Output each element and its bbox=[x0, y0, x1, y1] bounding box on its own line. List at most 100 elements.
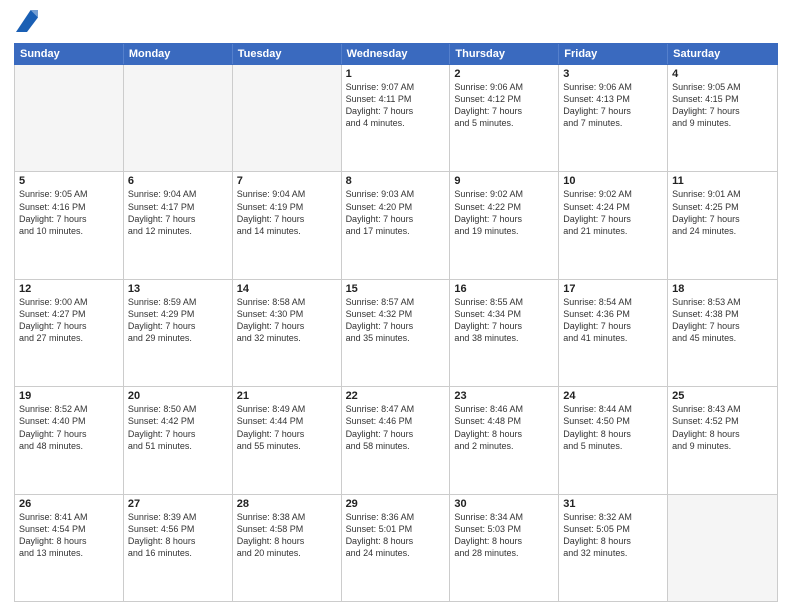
day-number: 31 bbox=[563, 498, 663, 510]
cell-info: Sunrise: 9:01 AM Sunset: 4:25 PM Dayligh… bbox=[672, 188, 773, 237]
cell-info: Sunrise: 8:47 AM Sunset: 4:46 PM Dayligh… bbox=[346, 403, 446, 452]
day-number: 5 bbox=[19, 175, 119, 187]
cell-info: Sunrise: 9:06 AM Sunset: 4:13 PM Dayligh… bbox=[563, 81, 663, 130]
logo bbox=[14, 10, 38, 37]
day-number: 17 bbox=[563, 283, 663, 295]
cal-week-4: 19Sunrise: 8:52 AM Sunset: 4:40 PM Dayli… bbox=[15, 387, 777, 494]
cell-info: Sunrise: 8:34 AM Sunset: 5:03 PM Dayligh… bbox=[454, 511, 554, 560]
cal-cell-3: 3Sunrise: 9:06 AM Sunset: 4:13 PM Daylig… bbox=[559, 65, 668, 171]
cal-cell-30: 30Sunrise: 8:34 AM Sunset: 5:03 PM Dayli… bbox=[450, 495, 559, 601]
cal-cell-29: 29Sunrise: 8:36 AM Sunset: 5:01 PM Dayli… bbox=[342, 495, 451, 601]
calendar-header-row: SundayMondayTuesdayWednesdayThursdayFrid… bbox=[14, 43, 778, 65]
cal-cell-12: 12Sunrise: 9:00 AM Sunset: 4:27 PM Dayli… bbox=[15, 280, 124, 386]
cal-week-1: 1Sunrise: 9:07 AM Sunset: 4:11 PM Daylig… bbox=[15, 65, 777, 172]
cal-cell-20: 20Sunrise: 8:50 AM Sunset: 4:42 PM Dayli… bbox=[124, 387, 233, 493]
day-number: 8 bbox=[346, 175, 446, 187]
cal-cell-14: 14Sunrise: 8:58 AM Sunset: 4:30 PM Dayli… bbox=[233, 280, 342, 386]
day-number: 13 bbox=[128, 283, 228, 295]
cal-cell-1: 1Sunrise: 9:07 AM Sunset: 4:11 PM Daylig… bbox=[342, 65, 451, 171]
cell-info: Sunrise: 8:49 AM Sunset: 4:44 PM Dayligh… bbox=[237, 403, 337, 452]
cell-info: Sunrise: 9:04 AM Sunset: 4:17 PM Dayligh… bbox=[128, 188, 228, 237]
day-number: 12 bbox=[19, 283, 119, 295]
day-number: 18 bbox=[672, 283, 773, 295]
calendar-body: 1Sunrise: 9:07 AM Sunset: 4:11 PM Daylig… bbox=[14, 65, 778, 602]
cal-cell-18: 18Sunrise: 8:53 AM Sunset: 4:38 PM Dayli… bbox=[668, 280, 777, 386]
logo-icon bbox=[16, 10, 38, 32]
cal-week-5: 26Sunrise: 8:41 AM Sunset: 4:54 PM Dayli… bbox=[15, 495, 777, 601]
cal-cell-16: 16Sunrise: 8:55 AM Sunset: 4:34 PM Dayli… bbox=[450, 280, 559, 386]
page: SundayMondayTuesdayWednesdayThursdayFrid… bbox=[0, 0, 792, 612]
cell-info: Sunrise: 8:46 AM Sunset: 4:48 PM Dayligh… bbox=[454, 403, 554, 452]
cal-cell-6: 6Sunrise: 9:04 AM Sunset: 4:17 PM Daylig… bbox=[124, 172, 233, 278]
cal-cell-empty bbox=[15, 65, 124, 171]
cell-info: Sunrise: 8:32 AM Sunset: 5:05 PM Dayligh… bbox=[563, 511, 663, 560]
cell-info: Sunrise: 9:03 AM Sunset: 4:20 PM Dayligh… bbox=[346, 188, 446, 237]
cell-info: Sunrise: 9:04 AM Sunset: 4:19 PM Dayligh… bbox=[237, 188, 337, 237]
day-number: 1 bbox=[346, 68, 446, 80]
cell-info: Sunrise: 9:06 AM Sunset: 4:12 PM Dayligh… bbox=[454, 81, 554, 130]
cell-info: Sunrise: 8:44 AM Sunset: 4:50 PM Dayligh… bbox=[563, 403, 663, 452]
day-number: 2 bbox=[454, 68, 554, 80]
day-number: 30 bbox=[454, 498, 554, 510]
day-number: 16 bbox=[454, 283, 554, 295]
cal-cell-7: 7Sunrise: 9:04 AM Sunset: 4:19 PM Daylig… bbox=[233, 172, 342, 278]
day-number: 20 bbox=[128, 390, 228, 402]
cal-header-monday: Monday bbox=[124, 44, 233, 64]
cal-week-3: 12Sunrise: 9:00 AM Sunset: 4:27 PM Dayli… bbox=[15, 280, 777, 387]
cell-info: Sunrise: 8:53 AM Sunset: 4:38 PM Dayligh… bbox=[672, 296, 773, 345]
day-number: 29 bbox=[346, 498, 446, 510]
cell-info: Sunrise: 8:36 AM Sunset: 5:01 PM Dayligh… bbox=[346, 511, 446, 560]
cal-cell-17: 17Sunrise: 8:54 AM Sunset: 4:36 PM Dayli… bbox=[559, 280, 668, 386]
calendar: SundayMondayTuesdayWednesdayThursdayFrid… bbox=[14, 43, 778, 602]
day-number: 22 bbox=[346, 390, 446, 402]
cal-cell-28: 28Sunrise: 8:38 AM Sunset: 4:58 PM Dayli… bbox=[233, 495, 342, 601]
cal-header-saturday: Saturday bbox=[668, 44, 777, 64]
cell-info: Sunrise: 8:59 AM Sunset: 4:29 PM Dayligh… bbox=[128, 296, 228, 345]
day-number: 21 bbox=[237, 390, 337, 402]
cell-info: Sunrise: 8:50 AM Sunset: 4:42 PM Dayligh… bbox=[128, 403, 228, 452]
cal-cell-24: 24Sunrise: 8:44 AM Sunset: 4:50 PM Dayli… bbox=[559, 387, 668, 493]
day-number: 4 bbox=[672, 68, 773, 80]
cell-info: Sunrise: 9:02 AM Sunset: 4:22 PM Dayligh… bbox=[454, 188, 554, 237]
day-number: 9 bbox=[454, 175, 554, 187]
cell-info: Sunrise: 8:54 AM Sunset: 4:36 PM Dayligh… bbox=[563, 296, 663, 345]
cell-info: Sunrise: 9:07 AM Sunset: 4:11 PM Dayligh… bbox=[346, 81, 446, 130]
day-number: 24 bbox=[563, 390, 663, 402]
day-number: 28 bbox=[237, 498, 337, 510]
day-number: 15 bbox=[346, 283, 446, 295]
cal-header-friday: Friday bbox=[559, 44, 668, 64]
cell-info: Sunrise: 8:41 AM Sunset: 4:54 PM Dayligh… bbox=[19, 511, 119, 560]
cal-cell-23: 23Sunrise: 8:46 AM Sunset: 4:48 PM Dayli… bbox=[450, 387, 559, 493]
header bbox=[14, 10, 778, 37]
cal-cell-25: 25Sunrise: 8:43 AM Sunset: 4:52 PM Dayli… bbox=[668, 387, 777, 493]
cell-info: Sunrise: 8:55 AM Sunset: 4:34 PM Dayligh… bbox=[454, 296, 554, 345]
day-number: 6 bbox=[128, 175, 228, 187]
cal-cell-26: 26Sunrise: 8:41 AM Sunset: 4:54 PM Dayli… bbox=[15, 495, 124, 601]
day-number: 23 bbox=[454, 390, 554, 402]
cal-cell-22: 22Sunrise: 8:47 AM Sunset: 4:46 PM Dayli… bbox=[342, 387, 451, 493]
day-number: 27 bbox=[128, 498, 228, 510]
cell-info: Sunrise: 8:57 AM Sunset: 4:32 PM Dayligh… bbox=[346, 296, 446, 345]
cal-cell-13: 13Sunrise: 8:59 AM Sunset: 4:29 PM Dayli… bbox=[124, 280, 233, 386]
cell-info: Sunrise: 8:58 AM Sunset: 4:30 PM Dayligh… bbox=[237, 296, 337, 345]
cal-cell-2: 2Sunrise: 9:06 AM Sunset: 4:12 PM Daylig… bbox=[450, 65, 559, 171]
day-number: 19 bbox=[19, 390, 119, 402]
cal-cell-10: 10Sunrise: 9:02 AM Sunset: 4:24 PM Dayli… bbox=[559, 172, 668, 278]
cell-info: Sunrise: 8:43 AM Sunset: 4:52 PM Dayligh… bbox=[672, 403, 773, 452]
cell-info: Sunrise: 9:05 AM Sunset: 4:16 PM Dayligh… bbox=[19, 188, 119, 237]
cal-cell-15: 15Sunrise: 8:57 AM Sunset: 4:32 PM Dayli… bbox=[342, 280, 451, 386]
cell-info: Sunrise: 8:52 AM Sunset: 4:40 PM Dayligh… bbox=[19, 403, 119, 452]
cal-cell-5: 5Sunrise: 9:05 AM Sunset: 4:16 PM Daylig… bbox=[15, 172, 124, 278]
cell-info: Sunrise: 9:05 AM Sunset: 4:15 PM Dayligh… bbox=[672, 81, 773, 130]
cell-info: Sunrise: 9:00 AM Sunset: 4:27 PM Dayligh… bbox=[19, 296, 119, 345]
cal-header-tuesday: Tuesday bbox=[233, 44, 342, 64]
cal-cell-27: 27Sunrise: 8:39 AM Sunset: 4:56 PM Dayli… bbox=[124, 495, 233, 601]
day-number: 3 bbox=[563, 68, 663, 80]
cal-cell-empty bbox=[668, 495, 777, 601]
cell-info: Sunrise: 8:39 AM Sunset: 4:56 PM Dayligh… bbox=[128, 511, 228, 560]
cal-cell-8: 8Sunrise: 9:03 AM Sunset: 4:20 PM Daylig… bbox=[342, 172, 451, 278]
cell-info: Sunrise: 8:38 AM Sunset: 4:58 PM Dayligh… bbox=[237, 511, 337, 560]
day-number: 11 bbox=[672, 175, 773, 187]
cal-header-wednesday: Wednesday bbox=[342, 44, 451, 64]
day-number: 10 bbox=[563, 175, 663, 187]
